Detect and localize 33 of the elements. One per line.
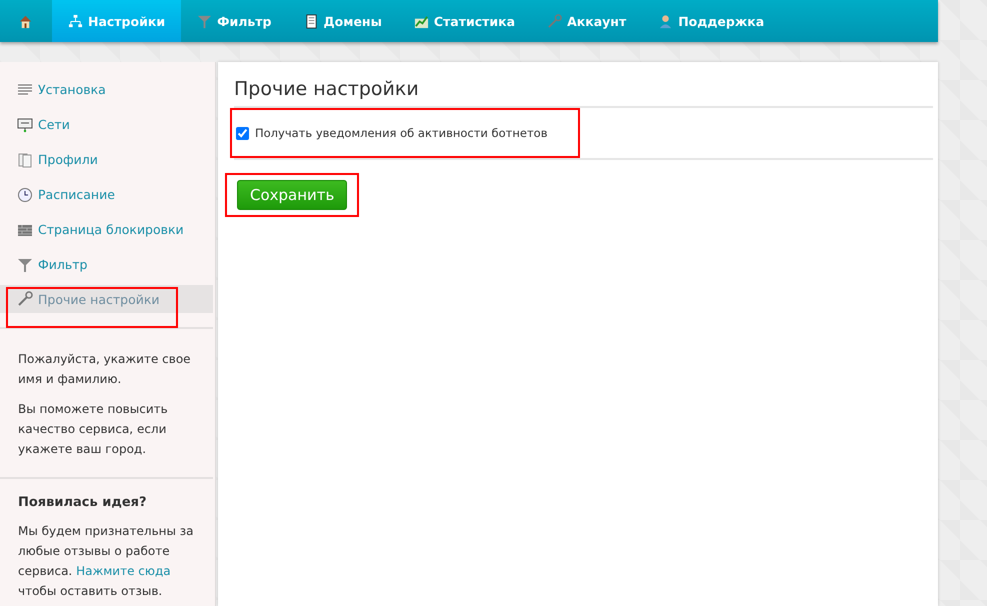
lines-icon (17, 82, 33, 98)
feedback-link[interactable]: Нажмите сюда (76, 564, 171, 578)
sidebar-item[interactable]: Установка (0, 72, 213, 107)
sidebar-item[interactable]: Профили (0, 142, 213, 177)
hint-text: Пожалуйста, укажите свое имя и фамилию. (18, 351, 192, 388)
nav-tab[interactable]: Фильтр (181, 0, 288, 42)
notebook-icon (304, 14, 319, 28)
sidebar-item[interactable]: Расписание (0, 177, 213, 212)
hint-text: Вы поможете повысить качество сервиса, если укажете ваш город. (18, 401, 169, 458)
nav-tab[interactable]: Аккаунт (531, 0, 642, 42)
chart-icon (414, 14, 429, 28)
sidebar-item[interactable]: Страница блокировки (0, 212, 213, 247)
clock-icon (17, 186, 33, 202)
funnel-icon (17, 256, 33, 272)
funnel-icon (197, 14, 212, 28)
house-icon (18, 14, 32, 28)
network-icon (68, 14, 83, 28)
checkbox[interactable] (236, 126, 249, 140)
feedback-text: Мы будем признательны за любые отзывы о работе сервиса. Нажмите сюда чтобы оставить отзыв. (18, 523, 195, 600)
monitor-icon (17, 116, 33, 132)
checkbox-label: Получать уведомления об активности ботнетов (255, 126, 548, 140)
save-button[interactable]: Сохранить (237, 180, 348, 210)
nav-tab[interactable]: Статистика (398, 0, 532, 42)
nav-tab[interactable]: Домены (288, 0, 398, 42)
section-heading: Появилась идея? (18, 494, 148, 512)
person-icon (658, 14, 674, 28)
sidebar-item[interactable]: Сети (0, 107, 213, 142)
nav-tab[interactable]: Поддержка (642, 0, 780, 42)
document-icon (17, 152, 33, 168)
nav-tab[interactable]: Настройки (52, 0, 182, 42)
panel-title: Прочие настройки (234, 78, 933, 108)
sidebar-item[interactable]: Фильтр (0, 247, 213, 282)
sidebar-item[interactable]: Прочие настройки (0, 285, 213, 313)
